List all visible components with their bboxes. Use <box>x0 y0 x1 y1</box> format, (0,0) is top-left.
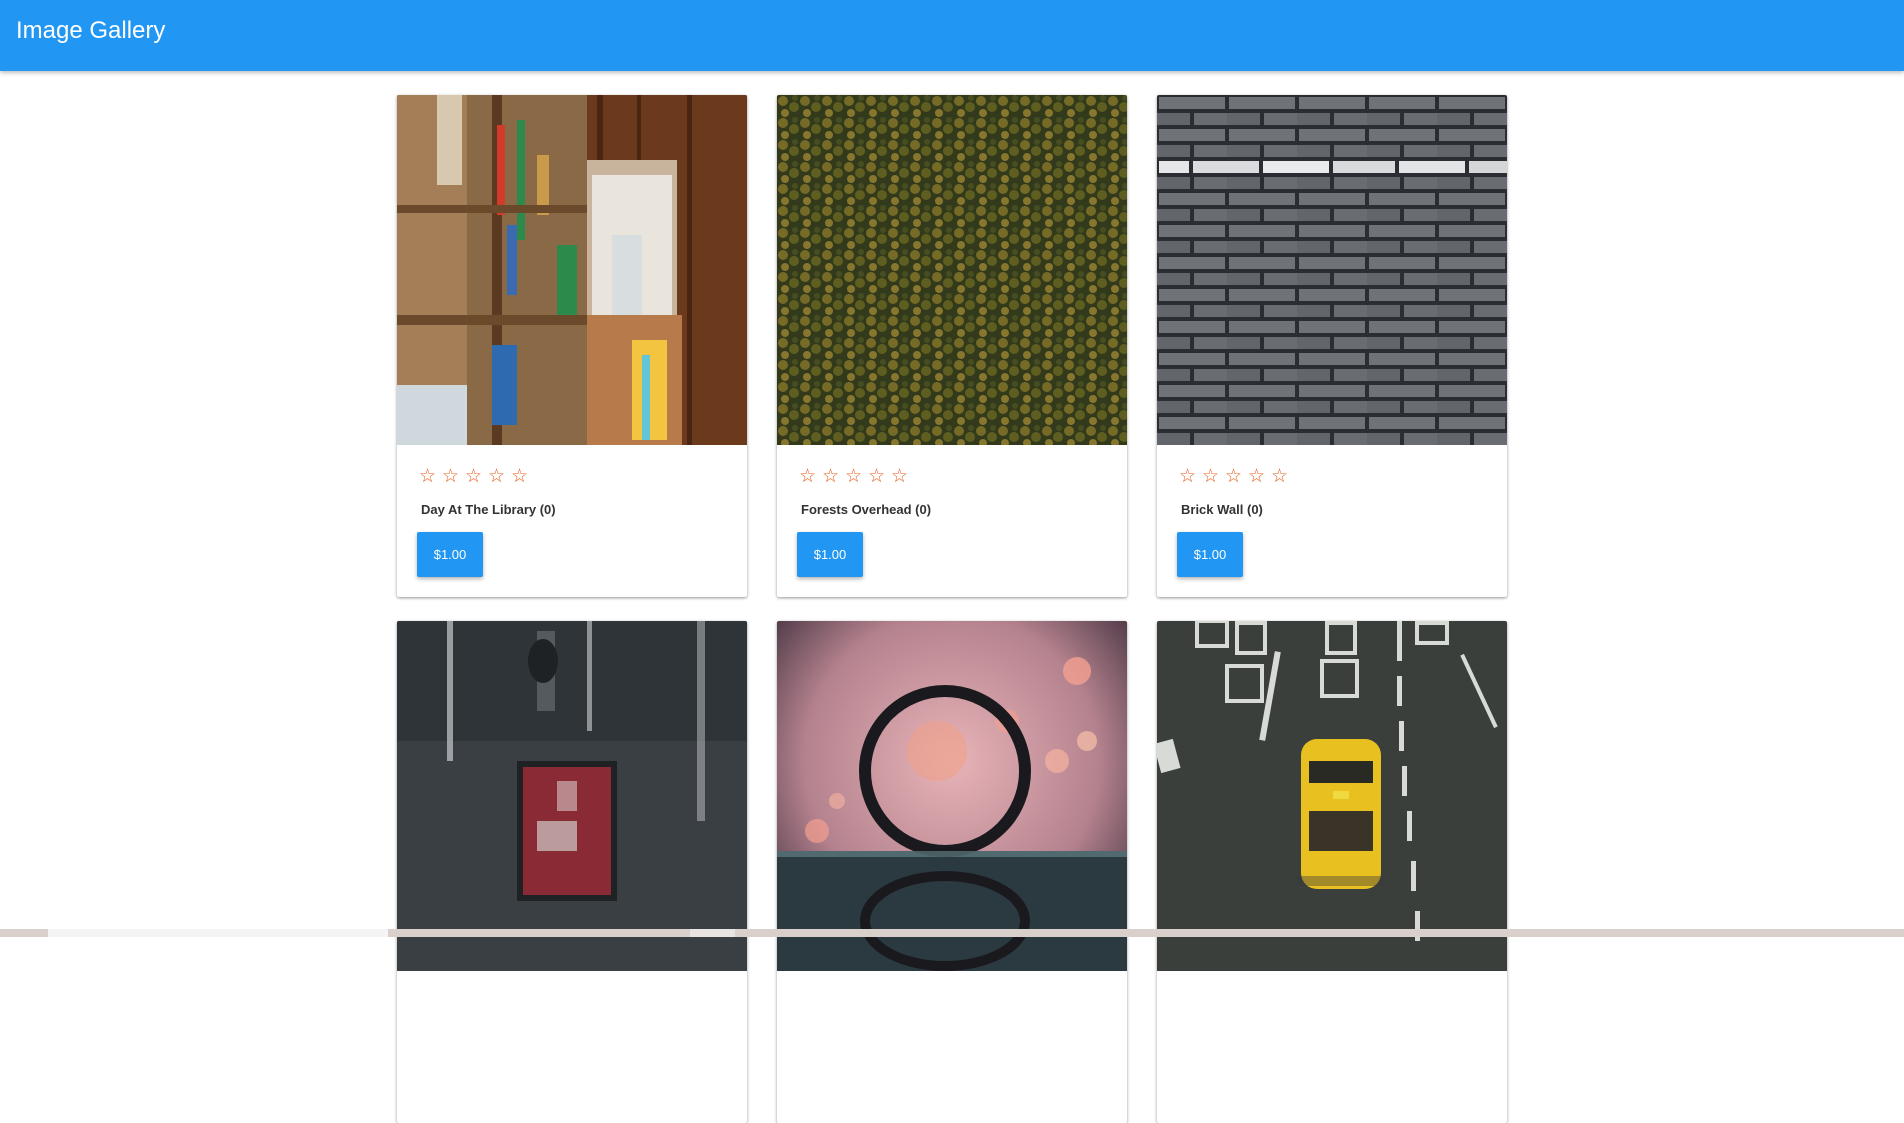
star-icon[interactable]: ☆ <box>1247 467 1266 486</box>
star-icon[interactable]: ☆ <box>418 467 437 486</box>
card-title: Day At The Library (0) <box>421 502 556 517</box>
buy-button[interactable]: $1.00 <box>417 532 483 577</box>
taskbar-search-box[interactable] <box>48 929 388 937</box>
star-icon[interactable]: ☆ <box>844 467 863 486</box>
star-icon[interactable]: ☆ <box>890 467 909 486</box>
star-icon[interactable]: ☆ <box>798 467 817 486</box>
card-image-brick-wall[interactable] <box>1157 95 1507 445</box>
card-title: Forests Overhead (0) <box>801 502 932 517</box>
star-icon[interactable]: ☆ <box>867 467 886 486</box>
buy-button[interactable]: $1.00 <box>797 532 863 577</box>
star-icon[interactable]: ☆ <box>821 467 840 486</box>
star-icon[interactable]: ☆ <box>441 467 460 486</box>
buy-button[interactable]: $1.00 <box>1177 532 1243 577</box>
gallery-card <box>1157 621 1507 1123</box>
gallery-grid: ☆ ☆ ☆ ☆ ☆ Day At The Library (0) $1.00 ☆… <box>397 95 1507 1123</box>
gallery-card: ☆ ☆ ☆ ☆ ☆ Forests Overhead (0) $1.00 <box>777 95 1127 597</box>
star-rating: ☆ ☆ ☆ ☆ ☆ <box>1178 467 1289 486</box>
card-title: Brick Wall (0) <box>1181 502 1263 517</box>
gallery-card: ☆ ☆ ☆ ☆ ☆ Brick Wall (0) $1.00 <box>1157 95 1507 597</box>
card-image-lens-ring[interactable] <box>777 621 1127 971</box>
card-image-taxi[interactable] <box>1157 621 1507 971</box>
gallery-card <box>777 621 1127 1123</box>
star-icon[interactable]: ☆ <box>1201 467 1220 486</box>
star-icon[interactable]: ☆ <box>1224 467 1243 486</box>
taskbar <box>0 929 1904 937</box>
star-icon[interactable]: ☆ <box>464 467 483 486</box>
app-title: Image Gallery <box>16 17 166 44</box>
star-rating: ☆ ☆ ☆ ☆ ☆ <box>798 467 909 486</box>
card-image-concrete-door[interactable] <box>397 621 747 971</box>
app-bar: Image Gallery <box>0 0 1904 71</box>
star-icon[interactable]: ☆ <box>487 467 506 486</box>
card-image-forest[interactable] <box>777 95 1127 445</box>
taskbar-item[interactable] <box>690 929 735 937</box>
gallery-card <box>397 621 747 1123</box>
star-rating: ☆ ☆ ☆ ☆ ☆ <box>418 467 529 486</box>
gallery-card: ☆ ☆ ☆ ☆ ☆ Day At The Library (0) $1.00 <box>397 95 747 597</box>
star-icon[interactable]: ☆ <box>1178 467 1197 486</box>
star-icon[interactable]: ☆ <box>1270 467 1289 486</box>
card-image-library[interactable] <box>397 95 747 445</box>
star-icon[interactable]: ☆ <box>510 467 529 486</box>
